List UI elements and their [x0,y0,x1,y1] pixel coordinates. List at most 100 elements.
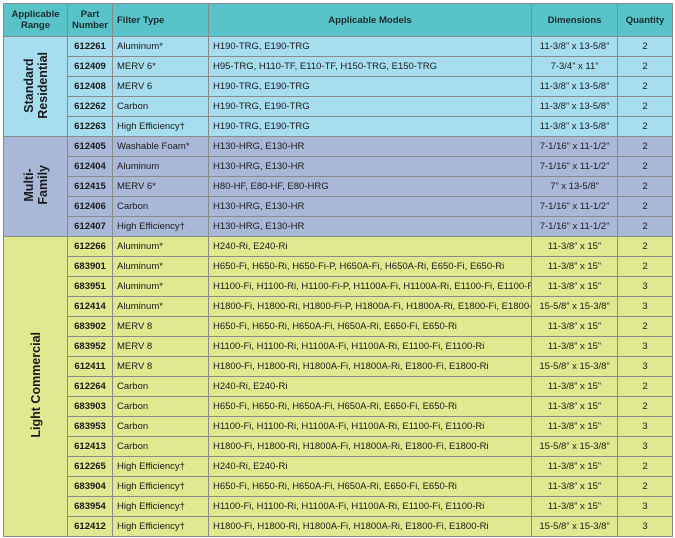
quantity-cell: 2 [617,36,673,57]
table-row: 612413 Carbon H1800-Fi, H1800-Ri, H1800A-F… [4,436,673,457]
applicable-models-cell: H240-Ri, E240-Ri [208,376,532,397]
quantity-cell: 3 [617,356,673,377]
header-dimensions: Dimensions [531,3,618,37]
filter-type-cell: Carbon [112,436,209,457]
dimensions-cell: 11-3/8” x 15” [531,336,618,357]
dimensions-cell: 11-3/8” x 15” [531,256,618,277]
filter-type-cell: Aluminum* [112,36,209,57]
filter-type-cell: MERV 8 [112,316,209,337]
part-number-cell: 612406 [67,196,113,217]
quantity-cell: 2 [617,216,673,237]
dimensions-cell: 11-3/8” x 15” [531,396,618,417]
table-row: 683953 Carbon H1100-Fi, H1100-Ri, H1100A-F… [4,416,673,437]
part-number-cell: 683903 [67,396,113,417]
dimensions-cell: 7-3/4” x 11” [531,56,618,77]
table-row: 683903 Carbon H650-Fi, H650-Ri, H650A-Fi, … [4,396,673,417]
filter-type-cell: Aluminum* [112,296,209,317]
dimensions-cell: 11-3/8” x 13-5/8” [531,76,618,97]
filter-type-cell: Carbon [112,416,209,437]
part-number-cell: 683952 [67,336,113,357]
applicable-models-cell: H130-HRG, E130-HR [208,156,532,177]
dimensions-cell: 11-3/8” x 15” [531,416,618,437]
part-number-cell: 683904 [67,476,113,497]
filter-type-cell: MERV 6 [112,76,209,97]
header-applicable-range: Applicable Range [3,3,68,37]
table-row: 612412 High Efficiency† H1800-Fi, H1800-Ri… [4,516,673,537]
dimensions-cell: 7-1/16” x 11-1/2” [531,136,618,157]
table-row: 683954 High Efficiency† H1100-Fi, H1100-Ri… [4,496,673,517]
quantity-cell: 3 [617,336,673,357]
header-filter-type: Filter Type [112,3,209,37]
filter-type-cell: High Efficiency† [112,456,209,477]
part-number-cell: 612405 [67,136,113,157]
dimensions-cell: 11-3/8” x 15” [531,476,618,497]
dimensions-cell: 11-3/8” x 13-5/8” [531,36,618,57]
applicable-models-cell: H650-Fi, H650-Ri, H650A-Fi, H650A-Ri, E6… [208,316,532,337]
applicable-models-cell: H650-Fi, H650-Ri, H650A-Fi, H650A-Ri, E6… [208,476,532,497]
filter-type-cell: Aluminum* [112,236,209,257]
table-row: 683951 Aluminum* H1100-Fi, H1100-Ri, H1100… [4,276,673,297]
part-number-cell: 612263 [67,116,113,137]
applicable-models-cell: H240-Ri, E240-Ri [208,456,532,477]
part-number-cell: 612261 [67,36,113,57]
filter-type-cell: MERV 8 [112,356,209,377]
part-number-cell: 612407 [67,216,113,237]
table-row: 612408 MERV 6 H190-TRG, E190-TRG 11-3/8” x … [4,76,673,97]
range-label: Standard Residential [21,51,50,119]
filter-type-cell: MERV 6* [112,56,209,77]
part-number-cell: 612411 [67,356,113,377]
filter-type-cell: Carbon [112,396,209,417]
quantity-cell: 2 [617,116,673,137]
quantity-cell: 2 [617,396,673,417]
filter-type-cell: High Efficiency† [112,216,209,237]
part-number-cell: 612412 [67,516,113,537]
dimensions-cell: 7-1/16” x 11-1/2” [531,156,618,177]
table-row: 612404 Aluminum H130-HRG, E130-HR 7-1/16” x… [4,156,673,177]
dimensions-cell: 15-5/8” x 15-3/8” [531,436,618,457]
dimensions-cell: 7” x 13-5/8” [531,176,618,197]
quantity-cell: 2 [617,376,673,397]
part-number-cell: 612264 [67,376,113,397]
table-header: Applicable Range Part Number Filter Type… [3,3,673,37]
header-quantity: Quantity [617,3,673,37]
dimensions-cell: 15-5/8” x 15-3/8” [531,516,618,537]
quantity-cell: 3 [617,496,673,517]
header-applicable-models: Applicable Models [208,3,532,37]
part-number-cell: 612409 [67,56,113,77]
quantity-cell: 2 [617,96,673,117]
applicable-models-cell: H190-TRG, E190-TRG [208,96,532,117]
table-row: 612263 High Efficiency† H190-TRG, E190-TRG… [4,116,673,137]
dimensions-cell: 15-5/8” x 15-3/8” [531,356,618,377]
filter-table: Applicable Range Part Number Filter Type… [3,3,673,537]
dimensions-cell: 11-3/8” x 15” [531,496,618,517]
applicable-models-cell: H95-TRG, H110-TF, E110-TF, H150-TRG, E15… [208,56,532,77]
quantity-cell: 2 [617,56,673,77]
range-label: Multi- Family [21,165,50,205]
range-light-commercial: Light Commercial [3,236,68,537]
quantity-cell: 2 [617,476,673,497]
part-number-cell: 612415 [67,176,113,197]
filter-type-cell: Aluminum* [112,276,209,297]
applicable-models-cell: H130-HRG, E130-HR [208,136,532,157]
dimensions-cell: 11-3/8” x 15” [531,376,618,397]
table-row: 612414 Aluminum* H1800-Fi, H1800-Ri, H1800… [4,296,673,317]
table-row: 612262 Carbon H190-TRG, E190-TRG 11-3/8” x … [4,96,673,117]
part-number-cell: 612404 [67,156,113,177]
range-standard-residential: Standard Residential [3,36,68,137]
quantity-cell: 2 [617,456,673,477]
table-row: 683904 High Efficiency† H650-Fi, H650-Ri, … [4,476,673,497]
table-body: Standard Residential 612261 Aluminum* H190-… [3,36,673,537]
quantity-cell: 2 [617,76,673,97]
applicable-models-cell: H1100-Fi, H1100-Ri, H1100A-Fi, H1100A-Ri… [208,416,532,437]
part-number-cell: 683951 [67,276,113,297]
quantity-cell: 2 [617,316,673,337]
filter-type-cell: Carbon [112,196,209,217]
quantity-cell: 3 [617,516,673,537]
applicable-models-cell: H1100-Fi, H1100-Ri, H1100A-Fi, H1100A-Ri… [208,336,532,357]
dimensions-cell: 11-3/8” x 13-5/8” [531,116,618,137]
applicable-models-cell: H1800-Fi, H1800-Ri, H1800A-Fi, H1800A-Ri… [208,436,532,457]
quantity-cell: 2 [617,156,673,177]
filter-type-cell: High Efficiency† [112,516,209,537]
part-number-cell: 683901 [67,256,113,277]
dimensions-cell: 7-1/16” x 11-1/2” [531,216,618,237]
